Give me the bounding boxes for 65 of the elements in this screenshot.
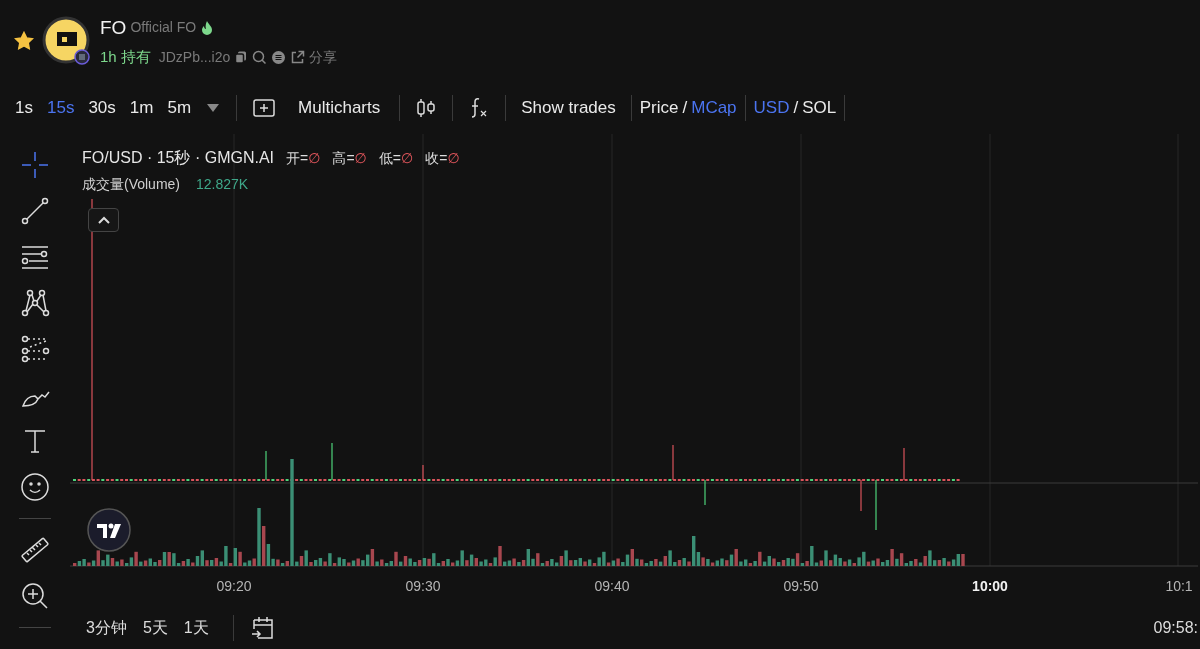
axis-label: 09:20 <box>215 577 253 596</box>
zoom-in-icon[interactable] <box>20 581 50 611</box>
crosshair-icon[interactable] <box>20 150 50 180</box>
unit-toggle[interactable]: MCap <box>691 95 737 121</box>
candle-wick <box>672 444 674 481</box>
candle-wick <box>265 450 267 481</box>
interval-tab[interactable]: 15s <box>39 95 82 121</box>
candle-wick <box>704 479 706 506</box>
candle-wick <box>875 479 877 531</box>
candle-wick <box>422 464 424 481</box>
interval-tab[interactable]: 30s <box>81 95 123 121</box>
calendar-icon[interactable] <box>249 614 276 641</box>
interval-tab[interactable]: 1s <box>8 95 40 121</box>
token-name: Official FO <box>130 18 197 38</box>
search-icon[interactable] <box>252 49 268 65</box>
collapse-button[interactable] <box>88 208 119 232</box>
unit-toggle[interactable]: SOL <box>802 95 837 121</box>
candle-wick <box>903 447 905 481</box>
star-icon[interactable] <box>14 31 34 51</box>
range-button[interactable]: 1天 <box>183 615 209 640</box>
caret-icon[interactable] <box>206 103 221 113</box>
axis-label: 09:40 <box>593 577 631 596</box>
axis-label: 10:00 <box>971 577 1009 596</box>
trend-line-icon[interactable] <box>20 196 50 226</box>
add-chart-icon[interactable] <box>253 99 276 117</box>
volume-label: 成交量(Volume) <box>82 175 181 194</box>
axis-label: 09:30 <box>404 577 442 596</box>
address-text: JDzPb...i2o <box>158 47 231 67</box>
slash-text: / <box>792 97 800 120</box>
pattern-icon[interactable] <box>20 288 50 318</box>
candle-wick <box>331 442 333 481</box>
multicharts-button[interactable]: Multicharts <box>291 95 388 121</box>
emoji-icon[interactable] <box>20 472 50 502</box>
token-symbol: FO <box>100 15 127 40</box>
volume-value: 12.827K <box>196 175 249 194</box>
candle-wick <box>860 479 862 512</box>
ohlc-value: 开=∅ <box>286 148 321 168</box>
holders-link[interactable]: 持有 <box>120 46 151 69</box>
unit-toggle[interactable]: USD <box>753 95 790 121</box>
chevron-up-icon <box>97 216 110 224</box>
interval-tab[interactable]: 1m <box>122 95 161 121</box>
token-avatar-icon <box>42 16 92 66</box>
ohlc-value: 收=∅ <box>425 148 460 168</box>
list-icon[interactable] <box>271 49 287 65</box>
share-link[interactable]: 分享 <box>309 46 338 68</box>
slash-text: / <box>681 97 689 120</box>
share-icon[interactable] <box>290 49 306 65</box>
range-button[interactable]: 5天 <box>142 615 168 640</box>
fib-retracement-icon[interactable] <box>20 334 50 364</box>
axis-label: 09:50 <box>782 577 820 596</box>
interval-tab[interactable]: 5m <box>160 95 199 121</box>
age-label: 1h <box>100 47 117 67</box>
logo-icon[interactable] <box>86 507 132 553</box>
ohlc-value: 高=∅ <box>332 148 367 168</box>
unit-toggle[interactable]: Price <box>639 95 679 121</box>
clock-time: 09:58: <box>1153 617 1198 638</box>
axis-label: 10:1 <box>1164 577 1194 596</box>
chart-title: FO/USD · 15秒 · GMGN.AI <box>82 148 274 168</box>
flame-icon <box>200 19 215 36</box>
ohlc-value: 低=∅ <box>378 148 414 168</box>
range-button[interactable]: 3分钟 <box>86 615 127 640</box>
copy-icon[interactable] <box>234 50 249 65</box>
candlestick-icon[interactable] <box>416 97 437 119</box>
ruler-icon[interactable] <box>20 535 50 565</box>
show-trades-button[interactable]: Show trades <box>514 95 623 121</box>
